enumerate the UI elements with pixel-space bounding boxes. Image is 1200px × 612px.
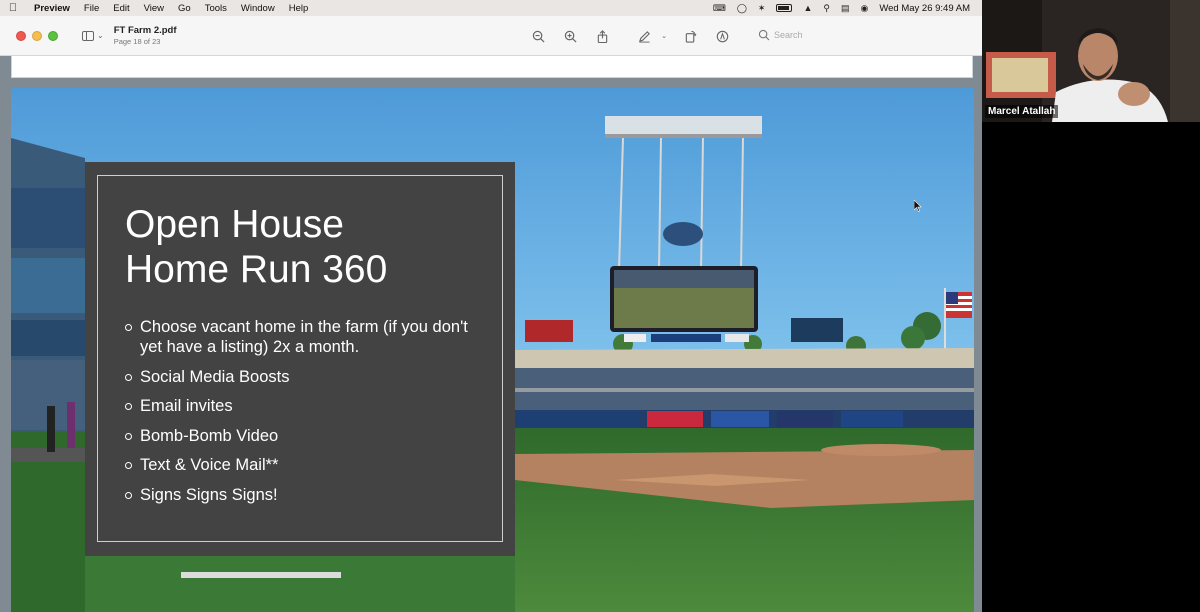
video-call-panel: Marcel Atallah bbox=[982, 0, 1200, 612]
slide-title-line-2: Home Run 360 bbox=[125, 248, 388, 291]
screen-share-icon[interactable]: ◯ bbox=[737, 3, 747, 14]
window-toolbar: ⌄ FT Farm 2.pdf Page 18 of 23 ⌄ bbox=[0, 16, 982, 56]
sidebar-toggle-button[interactable]: ⌄ bbox=[82, 30, 104, 41]
close-window-button[interactable] bbox=[16, 30, 26, 41]
spotlight-search-icon[interactable]: ⚲ bbox=[823, 3, 830, 14]
sidebar-icon bbox=[82, 30, 94, 41]
minimize-window-button[interactable] bbox=[32, 30, 42, 41]
participant-name-label: Marcel Atallah bbox=[985, 105, 1059, 118]
battery-icon[interactable] bbox=[776, 4, 793, 12]
search-field[interactable] bbox=[752, 25, 962, 45]
annotate-button[interactable] bbox=[714, 28, 730, 44]
bullet-item: Choose vacant home in the farm (if you d… bbox=[125, 317, 485, 357]
fullscreen-window-button[interactable] bbox=[48, 30, 58, 41]
participant-video-feed bbox=[982, 0, 1200, 122]
apple-menu-icon[interactable]:  bbox=[0, 2, 26, 14]
rotate-button[interactable] bbox=[682, 28, 698, 44]
menu-view[interactable]: View bbox=[138, 3, 172, 14]
chevron-down-icon: ⌄ bbox=[97, 31, 104, 40]
pen-icon bbox=[638, 30, 650, 43]
markup-button[interactable] bbox=[636, 28, 652, 44]
share-icon bbox=[597, 29, 607, 43]
menu-window[interactable]: Window bbox=[235, 3, 283, 14]
keyboard-icon[interactable]: ⌨ bbox=[713, 3, 726, 14]
menu-file[interactable]: File bbox=[78, 3, 107, 14]
menu-edit[interactable]: Edit bbox=[107, 3, 137, 14]
bluetooth-icon[interactable]: ✶ bbox=[758, 3, 766, 14]
control-center-icon[interactable]: ▤ bbox=[841, 3, 850, 14]
menu-clock[interactable]: Wed May 26 9:49 AM bbox=[879, 3, 970, 14]
zoom-out-button[interactable] bbox=[530, 28, 546, 44]
menu-go[interactable]: Go bbox=[172, 3, 199, 14]
wifi-icon[interactable]: ▲ bbox=[803, 3, 812, 13]
menu-help[interactable]: Help bbox=[283, 3, 317, 14]
zoom-in-button[interactable] bbox=[562, 28, 578, 44]
bullet-item: Bomb-Bomb Video bbox=[125, 426, 485, 446]
menu-tools[interactable]: Tools bbox=[199, 3, 235, 14]
previous-page-bottom bbox=[11, 56, 973, 78]
search-icon bbox=[758, 29, 770, 41]
bullet-item: Social Media Boosts bbox=[125, 367, 485, 387]
siri-icon[interactable]: ◉ bbox=[860, 3, 868, 14]
chevron-down-icon: ⌄ bbox=[661, 33, 667, 40]
share-button[interactable] bbox=[594, 28, 610, 44]
annotate-icon bbox=[716, 30, 728, 42]
document-title-area: FT Farm 2.pdf Page 18 of 23 bbox=[114, 25, 177, 47]
status-area: ⌨ ◯ ✶ ▲ ⚲ ▤ ◉ Wed May 26 9:49 AM bbox=[713, 3, 982, 14]
page-indicator: Page 18 of 23 bbox=[113, 36, 161, 46]
bullet-list: Choose vacant home in the farm (if you d… bbox=[125, 317, 485, 514]
menu-bar:  Preview File Edit View Go Tools Window… bbox=[0, 0, 982, 16]
toolbar-tools: ⌄ bbox=[530, 16, 746, 56]
menu-app-name[interactable]: Preview bbox=[26, 3, 78, 14]
search-input[interactable] bbox=[774, 30, 954, 40]
bullet-item: Email invites bbox=[125, 396, 485, 416]
bullet-item: Signs Signs Signs! bbox=[125, 485, 485, 505]
pdf-page-slide: Open House Home Run 360 Choose vacant ho… bbox=[11, 88, 974, 612]
zoom-out-icon bbox=[532, 30, 544, 42]
document-name: FT Farm 2.pdf bbox=[113, 24, 177, 36]
bullet-item: Text & Voice Mail** bbox=[125, 455, 485, 475]
zoom-in-icon bbox=[564, 30, 576, 42]
rotate-icon bbox=[685, 30, 696, 43]
window-controls bbox=[0, 30, 58, 41]
preview-window: ⌄ FT Farm 2.pdf Page 18 of 23 ⌄ Search O… bbox=[0, 16, 982, 612]
slide-content-panel: Open House Home Run 360 Choose vacant ho… bbox=[85, 162, 515, 556]
mouse-cursor-icon bbox=[914, 200, 922, 212]
participant-video-tile[interactable]: Marcel Atallah bbox=[982, 0, 1200, 122]
slide-title: Open House Home Run 360 bbox=[125, 202, 485, 292]
slide-title-line-1: Open House bbox=[125, 203, 344, 246]
markup-menu-chevron[interactable]: ⌄ bbox=[660, 28, 668, 44]
